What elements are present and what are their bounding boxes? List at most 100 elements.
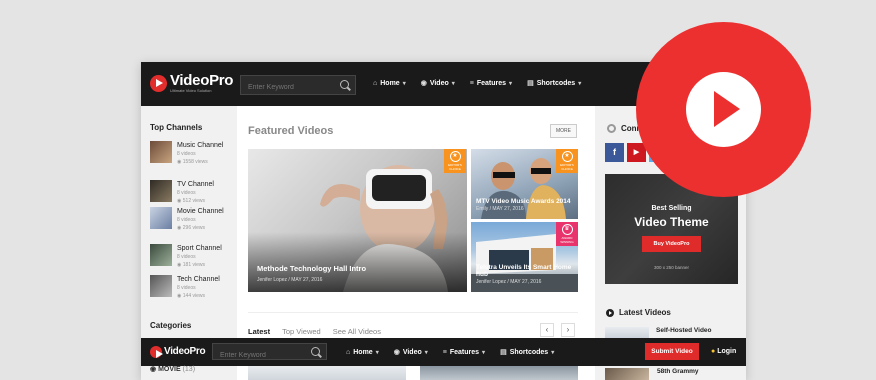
channel-thumbnail <box>150 180 172 202</box>
category-item[interactable]: ◉ MOVIE (13) <box>150 365 195 373</box>
search-icon[interactable] <box>340 80 349 89</box>
channel-count: 8 videos <box>177 285 196 291</box>
channel-views-value: 296 views <box>182 225 205 231</box>
video-3-date: MAY 27, 2016 <box>510 279 542 285</box>
star-icon: ★ <box>449 151 461 162</box>
logo-name: VideoPro <box>170 72 234 89</box>
categories-title: Categories <box>150 321 192 330</box>
prev-button[interactable]: ‹ <box>540 323 554 337</box>
chevron-down-icon: ▾ <box>578 80 582 87</box>
chevron-down-icon: ▾ <box>482 349 486 356</box>
channel-count: 8 videos <box>177 254 196 260</box>
hero-author[interactable]: Jenifer Lopez <box>257 277 287 283</box>
latest-videos-title: Latest Videos <box>619 308 671 317</box>
video-2-author[interactable]: Emily <box>476 206 488 212</box>
video-2-caption: MTV Video Music Awards 2014 Emily / MAY … <box>476 198 571 212</box>
nav-features[interactable]: ≡ Features ▾ <box>470 79 512 87</box>
trophy-icon: ♛ <box>561 224 573 235</box>
video-2-title[interactable]: MTV Video Music Awards 2014 <box>476 198 571 205</box>
channel-views: ◉ 144 views <box>177 292 237 300</box>
tab-latest[interactable]: Latest <box>248 327 270 336</box>
hero-video[interactable]: ★ EDITOR'S CHOICE Methode Technology Hall… <box>248 149 467 292</box>
ad-subtitle: Best Selling <box>651 205 692 212</box>
channel-thumbnail <box>150 244 172 266</box>
channel-item[interactable]: Tech Channel 8 videos ◉ 144 views <box>150 275 237 300</box>
hero-title[interactable]: Methode Technology Hall Intro <box>257 264 366 273</box>
gear-icon <box>607 124 616 133</box>
login-label: Login <box>717 348 737 355</box>
video-2-date: MAY 27, 2016 <box>492 206 524 212</box>
logo[interactable]: VideoPro Ultimate Video Solution <box>150 72 234 93</box>
featured-video-2[interactable]: ★ EDITOR'S CHOICE MTV Video Music Awards … <box>471 149 578 219</box>
list-icon: ≡ <box>442 348 447 356</box>
category-count: (13) <box>182 366 196 373</box>
ad-title: Video Theme <box>634 215 709 229</box>
login-link[interactable]: ● Login <box>711 348 736 355</box>
facebook-icon[interactable]: f <box>605 143 624 162</box>
next-button[interactable]: › <box>561 323 575 337</box>
editors-choice-badge: ★ EDITOR'S CHOICE <box>556 149 578 173</box>
sticky-nav: ⌂ Home ▾ ◉ Video ▾ ≡ Features ▾ ▤ Shortcodes ▾ <box>346 348 555 357</box>
featured-title: Featured Videos <box>248 125 334 137</box>
logo-play-icon <box>150 346 163 358</box>
sticky-logo-name: VideoPro <box>164 346 206 357</box>
badge-label: EDITOR'S CHOICE <box>560 163 574 171</box>
channel-views-value: 1558 views <box>182 159 208 165</box>
play-icon <box>606 309 614 317</box>
channel-views: ◉ 296 views <box>177 224 237 232</box>
star-icon: ★ <box>561 151 573 162</box>
video-tabs: Latest Top Viewed See All Videos <box>248 327 381 336</box>
tab-see-all[interactable]: See All Videos <box>333 327 381 336</box>
nav-shortcodes[interactable]: ▤ Shortcodes ▾ <box>527 79 582 88</box>
nav-home[interactable]: ⌂ Home ▾ <box>373 79 406 87</box>
video-thumbnail[interactable] <box>248 366 406 380</box>
hero-caption: Methode Technology Hall Intro Jenifer Lo… <box>257 264 367 283</box>
channel-views-value: 181 views <box>182 262 205 268</box>
sticky-nav-home[interactable]: ⌂ Home ▾ <box>346 348 379 356</box>
circle-icon: ◉ <box>150 366 159 373</box>
submit-video-button[interactable]: Submit Video <box>645 343 699 360</box>
latest-video-title[interactable]: 58th Grammy <box>657 368 699 375</box>
video-thumbnail[interactable] <box>420 366 578 380</box>
doc-icon: ▤ <box>527 80 534 87</box>
featured-video-3[interactable]: ♛ AWARD WINNING Telstra Unveils Its Smart… <box>471 222 578 292</box>
sticky-navbar: VideoPro ⌂Home▾ ◉Video▾ ≡Features▾ ▤Shor… <box>141 338 746 366</box>
sticky-nav-shortcodes[interactable]: ▤ Shortcodes ▾ <box>500 348 555 357</box>
chevron-down-icon: ▾ <box>551 349 555 356</box>
sticky-logo[interactable]: VideoPro <box>150 345 206 359</box>
channel-views-value: 144 views <box>182 293 205 299</box>
youtube-play-logo <box>636 22 811 197</box>
channel-thumbnail <box>150 141 172 163</box>
channel-name: Tech Channel <box>177 276 220 283</box>
nav-label: Shortcodes <box>509 348 549 356</box>
editors-choice-badge: ★ EDITOR'S CHOICE <box>444 149 466 173</box>
buy-button[interactable]: Buy VideoPro <box>641 236 702 252</box>
channel-item[interactable]: Movie Channel 8 videos ◉ 296 views <box>150 207 237 232</box>
sticky-nav-features[interactable]: ≡ Features ▾ <box>443 348 485 356</box>
search-icon[interactable] <box>311 347 320 356</box>
nav-label: Video <box>429 79 449 87</box>
home-icon: ⌂ <box>373 79 378 87</box>
search-box <box>240 75 356 97</box>
channel-item[interactable]: Music Channel 8 videos ◉ 1558 views <box>150 141 237 166</box>
tab-top-viewed[interactable]: Top Viewed <box>282 327 321 336</box>
channel-count: 8 videos <box>177 151 196 157</box>
logo-play-icon <box>150 75 167 92</box>
nav-video[interactable]: ◉ Video ▾ <box>421 79 455 88</box>
hero-shade <box>248 232 467 292</box>
main-nav: ⌂ Home ▾ ◉ Video ▾ ≡ Features ▾ ▤ Shortcodes ▾ <box>373 79 582 88</box>
channel-item[interactable]: Sport Channel 8 videos ◉ 181 views <box>150 244 237 269</box>
channel-count: 8 videos <box>177 217 196 223</box>
search-input[interactable] <box>241 78 333 97</box>
sticky-nav-video[interactable]: ◉ Video ▾ <box>394 348 428 357</box>
nav-label: Shortcodes <box>536 79 576 87</box>
sticky-search-input[interactable] <box>213 348 305 363</box>
top-channels-title: Top Channels <box>150 123 203 132</box>
video-3-author[interactable]: Jenifer Lopez <box>476 279 506 285</box>
more-button[interactable]: MORE <box>550 124 577 138</box>
channel-item[interactable]: TV Channel 8 videos ◉ 512 views <box>150 180 237 205</box>
ad-size-note: 300 x 250 banner <box>653 265 690 270</box>
video-3-title[interactable]: Telstra Unveils Its Smart Home hub <box>476 264 573 278</box>
nav-label: Features <box>476 79 507 87</box>
chevron-down-icon: ▾ <box>451 80 455 87</box>
